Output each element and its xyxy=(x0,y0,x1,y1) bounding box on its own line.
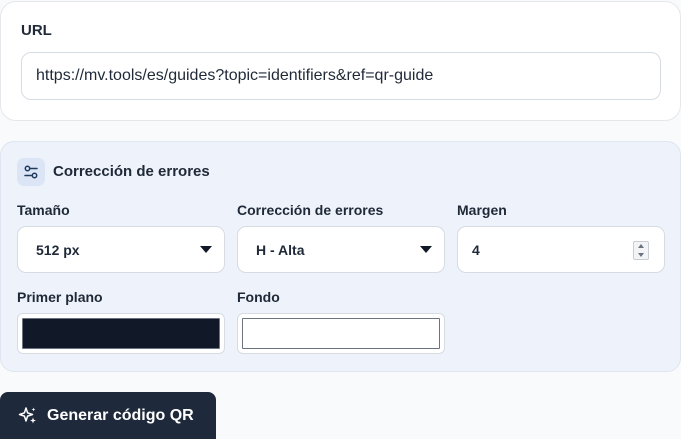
error-correction-select[interactable]: H - Alta xyxy=(237,226,445,273)
background-swatch xyxy=(242,318,440,349)
section-title: Corrección de errores xyxy=(53,163,210,180)
sparkles-icon xyxy=(18,406,38,426)
size-select[interactable]: 512 px xyxy=(17,226,225,273)
margin-input[interactable]: 4 xyxy=(457,226,665,273)
size-label: Tamaño xyxy=(17,202,70,218)
background-color-picker[interactable] xyxy=(237,313,445,354)
spin-up-icon[interactable] xyxy=(638,244,644,249)
foreground-label: Primer plano xyxy=(17,289,103,305)
error-correction-label: Corrección de errores xyxy=(237,202,384,218)
size-select-value: 512 px xyxy=(36,241,80,258)
margin-spinner[interactable] xyxy=(633,241,649,260)
chevron-down-icon xyxy=(420,246,432,253)
chevron-down-icon xyxy=(200,246,212,253)
url-label: URL xyxy=(21,22,52,39)
error-correction-select-value: H - Alta xyxy=(256,241,305,258)
foreground-color-picker[interactable] xyxy=(17,313,225,354)
margin-value: 4 xyxy=(472,241,480,258)
generate-qr-label: Generar código QR xyxy=(47,406,194,424)
sliders-icon xyxy=(17,158,45,186)
margin-label: Margen xyxy=(457,202,507,218)
qr-generator-page: URL Corrección de errores Tamaño 512 px … xyxy=(0,0,681,439)
background-label: Fondo xyxy=(237,289,280,305)
url-input[interactable] xyxy=(21,52,661,100)
foreground-swatch xyxy=(22,318,220,349)
generate-qr-button[interactable]: Generar código QR xyxy=(0,392,216,439)
spin-down-icon[interactable] xyxy=(638,252,644,257)
